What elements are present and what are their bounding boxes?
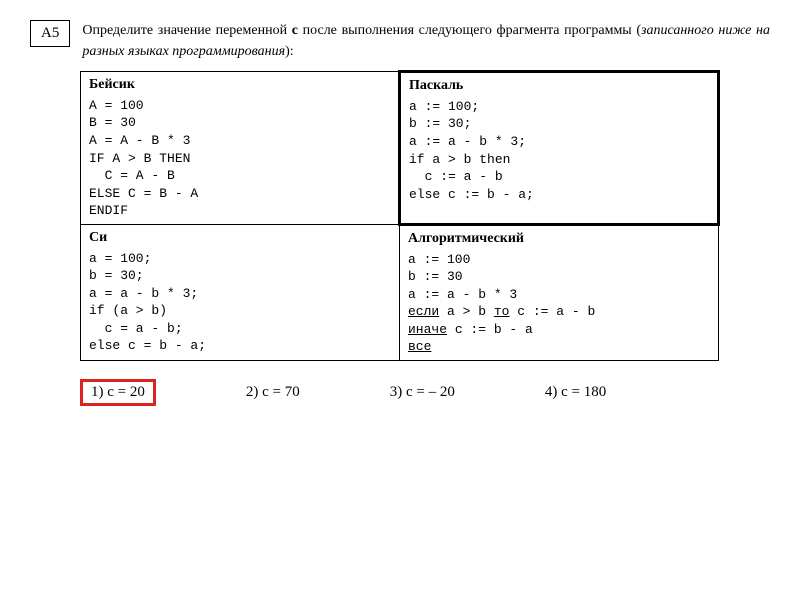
q-text-before: Определите значение переменной: [82, 23, 291, 38]
answer-3: 3) c = – 20: [390, 384, 455, 401]
algo-kw-end: все: [408, 339, 431, 354]
lang-name-pascal: Паскаль: [409, 77, 709, 96]
algo-cond: a > b: [439, 304, 494, 319]
code-pascal: a := 100; b := 30; a := a - b * 3; if a …: [409, 98, 709, 203]
q-text-end: ):: [285, 44, 294, 59]
cell-pascal: Паскаль a := 100; b := 30; a := a - b * …: [400, 72, 719, 225]
answer-2: 2) c = 70: [246, 384, 300, 401]
algo-l3: a := a - b * 3: [408, 287, 517, 302]
algo-kw-then: то: [494, 304, 510, 319]
lang-name-algo: Алгоритмический: [408, 230, 710, 249]
algo-l4rest: c := a - b: [509, 304, 595, 319]
algo-kw-if: если: [408, 304, 439, 319]
code-table: Бейсик A = 100 B = 30 A = A - B * 3 IF A…: [80, 70, 720, 361]
code-c: a = 100; b = 30; a = a - b * 3; if (a > …: [89, 250, 391, 355]
code-basic: A = 100 B = 30 A = A - B * 3 IF A > B TH…: [89, 97, 390, 220]
lang-name-basic: Бейсик: [89, 76, 390, 95]
code-table-wrap: Бейсик A = 100 B = 30 A = A - B * 3 IF A…: [80, 70, 770, 361]
lang-name-c: Си: [89, 229, 391, 248]
code-algo: a := 100 b := 30 a := a - b * 3 если a >…: [408, 251, 710, 356]
algo-l5rest: c := b - a: [447, 322, 533, 337]
table-row: Бейсик A = 100 B = 30 A = A - B * 3 IF A…: [81, 72, 719, 225]
algo-kw-else: иначе: [408, 322, 447, 337]
cell-algo: Алгоритмический a := 100 b := 30 a := a …: [400, 224, 719, 360]
question-header: А5 Определите значение переменной с посл…: [30, 20, 770, 62]
table-row: Си a = 100; b = 30; a = a - b * 3; if (a…: [81, 224, 719, 360]
algo-l1: a := 100: [408, 252, 470, 267]
cell-basic: Бейсик A = 100 B = 30 A = A - B * 3 IF A…: [81, 72, 400, 225]
answer-1: 1) c = 20: [80, 379, 156, 406]
q-text-after: после выполнения следующего фрагмента пр…: [298, 23, 641, 38]
cell-c: Си a = 100; b = 30; a = a - b * 3; if (a…: [81, 224, 400, 360]
answer-4: 4) c = 180: [545, 384, 606, 401]
question-text: Определите значение переменной с после в…: [82, 20, 770, 62]
answers-row: 1) c = 20 2) c = 70 3) c = – 20 4) c = 1…: [80, 379, 770, 406]
algo-l2: b := 30: [408, 269, 463, 284]
question-label: А5: [30, 20, 70, 47]
